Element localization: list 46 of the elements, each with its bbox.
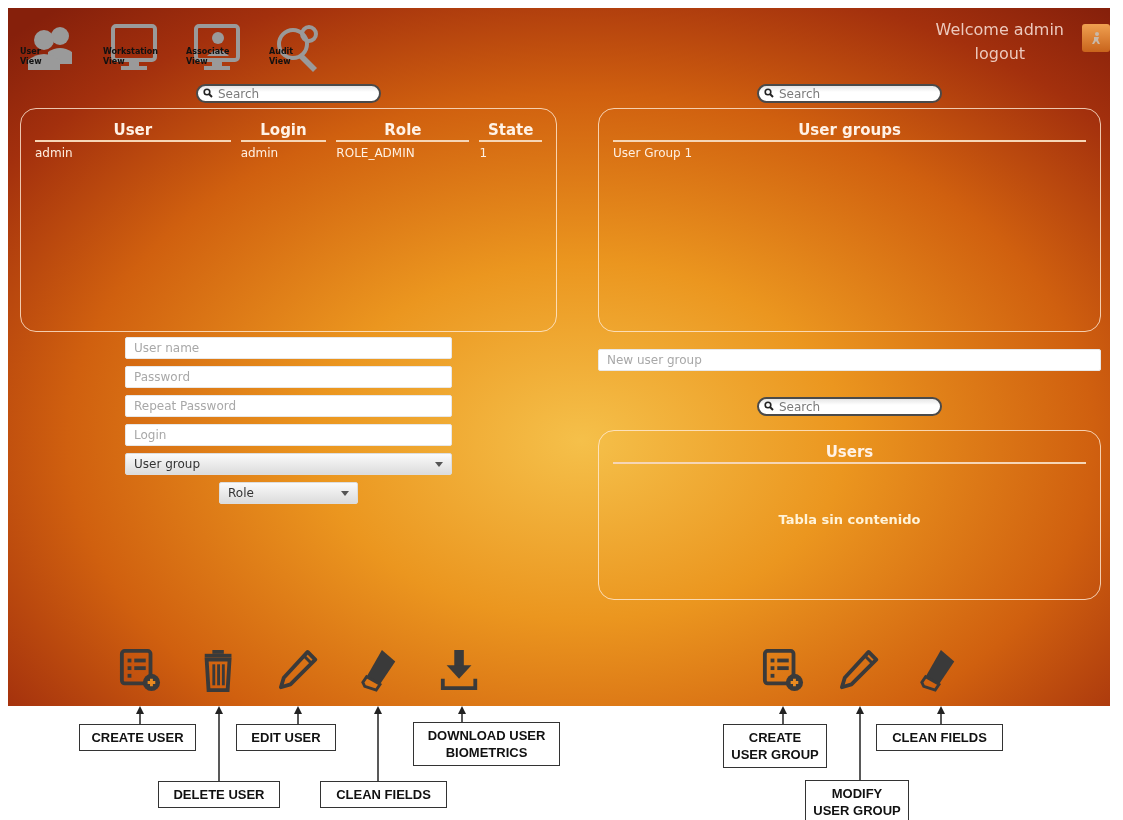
input-field[interactable]: New user group <box>598 349 1101 371</box>
caret-icon <box>341 490 349 496</box>
input-field[interactable]: Password <box>125 366 452 388</box>
list-add-icon <box>762 648 804 694</box>
empty-message: Tabla sin contenido <box>778 512 921 527</box>
input-field[interactable]: User name <box>125 337 452 359</box>
table-cell-text: 1 <box>479 145 489 160</box>
column-header: User <box>35 121 231 142</box>
column-header: State <box>479 121 542 142</box>
exit-button[interactable] <box>1082 24 1110 52</box>
callout-label: CLEAN FIELDS <box>320 781 447 808</box>
input-field[interactable]: Repeat Password <box>125 395 452 417</box>
table-cell-text: User Group 1 <box>613 145 694 160</box>
column-header: Role <box>336 121 470 142</box>
column-header: Users <box>613 443 1086 464</box>
callout-arrow <box>778 706 788 724</box>
role-dropdown[interactable]: Role <box>219 482 358 504</box>
callout-label: MODIFY USER GROUP <box>805 780 909 820</box>
table-cell-text: admin <box>240 145 280 160</box>
callout-arrow <box>293 706 303 724</box>
table-cell-text: admin <box>35 145 74 160</box>
callout-arrow <box>457 706 467 722</box>
user-group-dropdown[interactable]: User group <box>125 453 452 475</box>
caret-icon <box>435 461 443 467</box>
callout-label: CREATE USER GROUP <box>723 724 827 768</box>
column-header: Login <box>240 121 327 142</box>
table-cell-text: ROLE_ADMIN <box>336 145 416 160</box>
callout-arrow <box>135 706 145 724</box>
search-icon <box>764 401 774 411</box>
welcome-text: Welcome admin <box>935 19 1064 41</box>
figure-icon <box>1090 32 1102 44</box>
input-field[interactable]: Login <box>125 424 452 446</box>
search-icon <box>764 88 774 98</box>
callout-label: EDIT USER <box>236 724 336 751</box>
list-add-icon <box>119 648 161 694</box>
callout-label: CLEAN FIELDS <box>876 724 1003 751</box>
search-field[interactable]: Search <box>757 397 942 416</box>
search-field[interactable]: Search <box>757 84 942 103</box>
callout-arrow <box>936 706 946 724</box>
callout-label: DOWNLOAD USER BIOMETRICS <box>413 722 560 766</box>
search-icon <box>203 88 213 98</box>
logout-link[interactable]: logout <box>974 42 1026 66</box>
column-header: User groups <box>613 121 1086 142</box>
callout-label: CREATE USER <box>79 724 196 751</box>
callout-label: DELETE USER <box>158 781 280 808</box>
search-field[interactable]: Search <box>196 84 381 103</box>
